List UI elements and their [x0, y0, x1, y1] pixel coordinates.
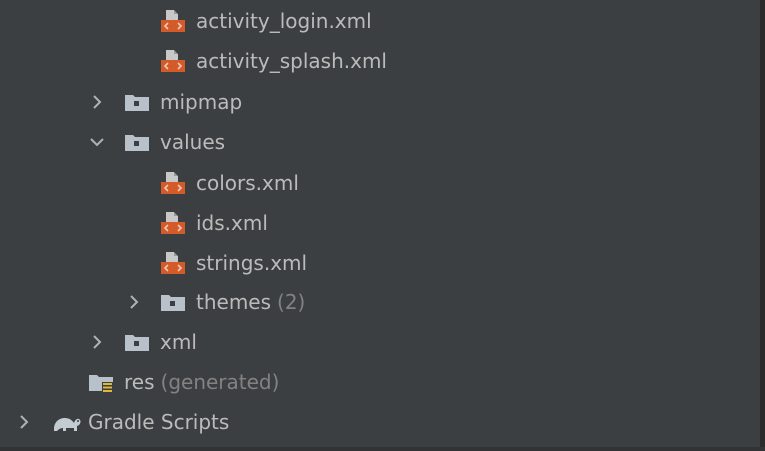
- tree-item-name: res: [124, 370, 155, 394]
- tree-item-gradle-scripts[interactable]: Gradle Scripts: [0, 402, 760, 442]
- tree-item-ids-xml[interactable]: ids.xml: [0, 203, 760, 243]
- tree-item-label: values: [160, 130, 226, 154]
- tree-item-label: res (generated): [124, 368, 279, 396]
- tree-item-label: Gradle Scripts: [88, 410, 230, 434]
- xml-file-icon: [160, 251, 186, 275]
- tree-item-label: themes (2): [196, 288, 305, 316]
- gradle-elephant-icon: [50, 410, 84, 434]
- xml-file-icon: [160, 9, 186, 33]
- tree-item-label: activity_login.xml: [196, 9, 372, 33]
- chevron-right-icon[interactable]: [126, 292, 142, 312]
- project-tree: activity_login.xml activity_splash.xml m…: [0, 0, 760, 451]
- tree-item-label: activity_splash.xml: [196, 49, 387, 73]
- folder-icon: [160, 290, 186, 314]
- tree-item-colors-xml[interactable]: colors.xml: [0, 163, 760, 203]
- tree-item-label: strings.xml: [196, 251, 308, 275]
- tree-item-label: mipmap: [160, 90, 243, 114]
- chevron-right-icon[interactable]: [89, 332, 105, 352]
- xml-file-icon: [160, 171, 186, 195]
- tree-item-res-generated[interactable]: res (generated): [0, 362, 760, 402]
- project-tool-window: activity_login.xml activity_splash.xml m…: [0, 0, 765, 451]
- chevron-right-icon[interactable]: [89, 92, 105, 112]
- xml-file-icon: [160, 211, 186, 235]
- folder-icon: [124, 130, 150, 154]
- tree-item-themes[interactable]: themes (2): [0, 282, 760, 322]
- chevron-down-icon[interactable]: [89, 132, 105, 152]
- tree-item-activity-login-xml[interactable]: activity_login.xml: [0, 1, 760, 41]
- tree-item-label: colors.xml: [196, 171, 299, 195]
- resource-folder-icon: [88, 370, 114, 394]
- tree-item-mipmap[interactable]: mipmap: [0, 82, 760, 122]
- chevron-right-icon[interactable]: [16, 412, 32, 432]
- scrollbar-track[interactable]: [760, 0, 765, 451]
- tree-item-strings-xml[interactable]: strings.xml: [0, 243, 760, 283]
- tree-item-count: (2): [277, 290, 306, 314]
- tree-item-label: xml: [160, 330, 197, 354]
- tree-item-name: themes: [196, 290, 272, 314]
- tree-item-activity-splash-xml[interactable]: activity_splash.xml: [0, 41, 760, 81]
- folder-icon: [124, 90, 150, 114]
- tree-item-xml[interactable]: xml: [0, 322, 760, 362]
- tree-item-annotation: (generated): [160, 370, 280, 394]
- tree-item-values[interactable]: values: [0, 122, 760, 162]
- xml-file-icon: [160, 49, 186, 73]
- folder-icon: [124, 330, 150, 354]
- tree-item-label: ids.xml: [196, 211, 268, 235]
- bottom-border: [0, 447, 765, 451]
